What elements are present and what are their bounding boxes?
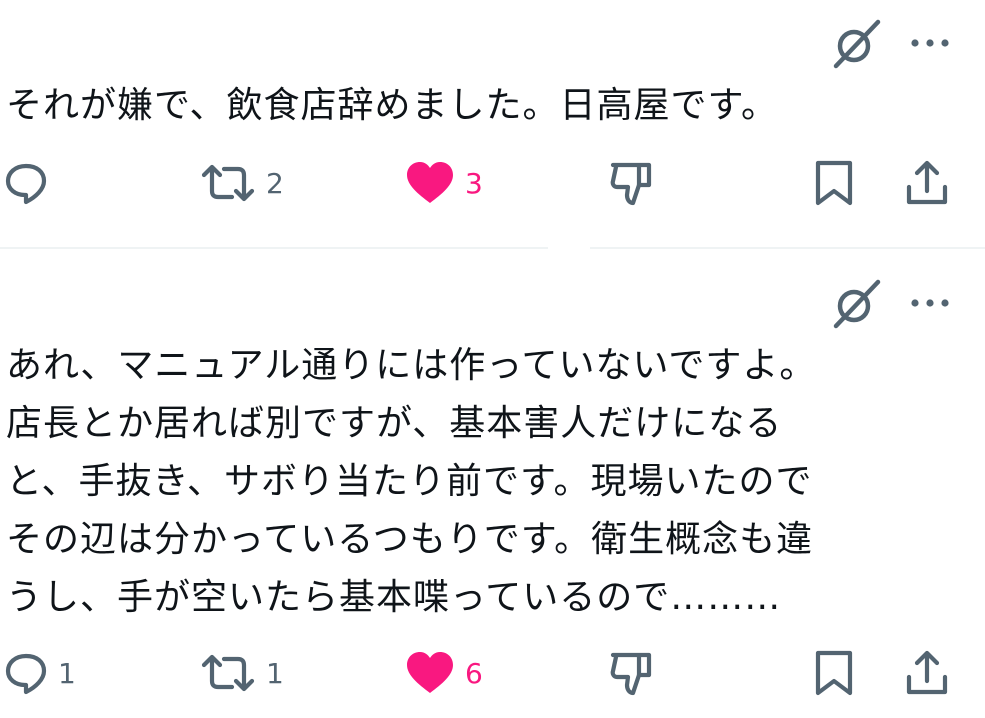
action-bar: 1 1 6 [0,648,985,698]
grok-icon[interactable] [828,276,884,332]
like-button[interactable]: 6 [405,648,483,698]
more-icon[interactable] [909,293,953,313]
share-button[interactable] [904,158,950,208]
downvote-button[interactable] [607,158,655,208]
heart-icon [407,162,453,203]
bookmark-icon [815,650,853,696]
retweet-icon [201,654,255,692]
like-count: 6 [465,656,483,690]
reply-count: 1 [58,656,76,690]
truncated-username [150,40,176,48]
retweet-button[interactable]: 2 [200,158,284,208]
share-icon [906,160,948,205]
retweet-count: 1 [266,656,284,690]
heart-icon [407,652,453,693]
reply-button[interactable] [4,158,58,208]
like-count: 3 [465,166,483,200]
bookmark-icon [815,160,853,206]
bookmark-button[interactable] [812,158,856,208]
bookmark-button[interactable] [812,648,856,698]
share-button[interactable] [904,648,950,698]
downvote-icon [610,652,652,696]
share-icon [906,650,948,695]
retweet-button[interactable]: 1 [200,648,284,698]
reply-tweet-1: それが嫌で、飲食店辞めました。日高屋です。 2 3 [0,0,985,248]
like-button[interactable]: 3 [405,158,483,208]
reply-icon [5,653,47,695]
retweet-icon [201,164,255,202]
downvote-button[interactable] [607,648,655,698]
more-icon[interactable] [909,33,953,53]
tweet-text: あれ、マニュアル通りには作っていないですよ。 店長とか居れば別ですが、基本害人だ… [6,345,817,618]
reply-icon [5,163,47,205]
tweet-text: それが嫌で、飲食店辞めました。日高屋です。 [6,85,778,126]
reply-button[interactable]: 1 [4,648,76,698]
downvote-icon [610,162,652,206]
action-bar: 2 3 [0,158,985,208]
retweet-count: 2 [266,166,284,200]
reply-tweet-2: あれ、マニュアル通りには作っていないですよ。 店長とか居れば別ですが、基本害人だ… [0,249,985,718]
grok-icon[interactable] [828,16,884,72]
